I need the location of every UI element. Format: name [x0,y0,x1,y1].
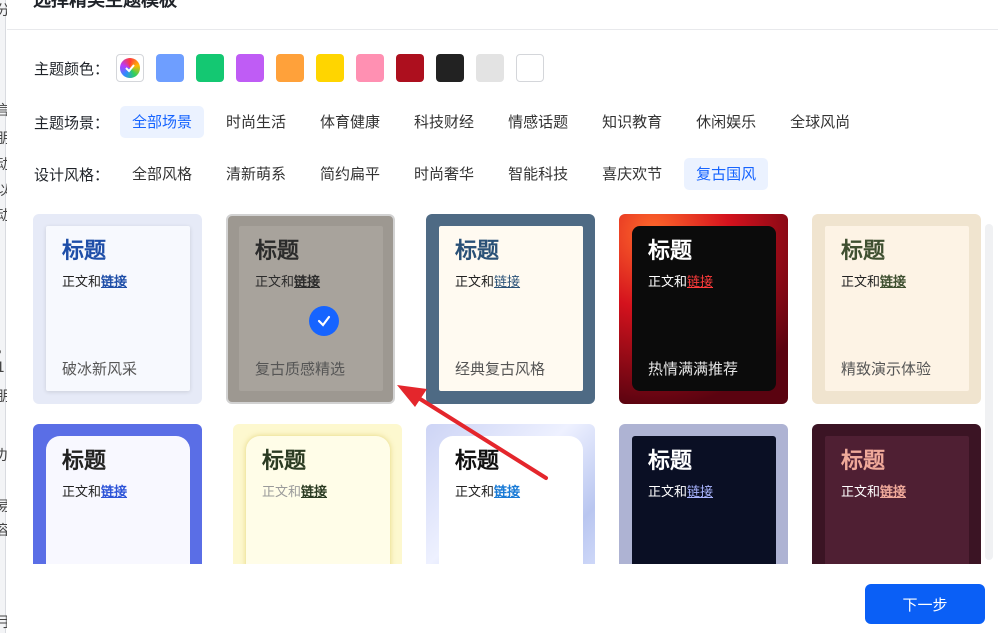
template-card[interactable]: 标题 正文和链接 破冰新风采 [33,214,202,404]
style-chip[interactable]: 全部风格 [120,158,204,190]
style-row: 设计风格： 全部风格 清新萌系 简约扁平 时尚奢华 智能科技 喜庆欢节 复古国风 [34,158,778,190]
card-link: 链接 [494,275,521,290]
card-link: 链接 [687,485,714,500]
template-card[interactable]: 标题 正文和链接 [233,424,402,564]
dialog-title: 选择精美主题模板 [33,0,177,11]
scene-chip[interactable]: 情感话题 [496,106,580,138]
scene-chip[interactable]: 时尚生活 [214,106,298,138]
template-scrollbar[interactable] [985,224,993,560]
style-chip[interactable]: 喜庆欢节 [590,158,674,190]
card-title: 标题 [455,449,500,474]
style-chip[interactable]: 简约扁平 [308,158,392,190]
card-title: 标题 [62,449,107,474]
scene-chip[interactable]: 全球风尚 [778,106,862,138]
selected-check-icon [309,306,339,336]
scene-chip[interactable]: 休闲娱乐 [684,106,768,138]
color-swatch-blue[interactable] [156,54,184,82]
color-swatch-purple[interactable] [236,54,264,82]
template-card[interactable]: 标题 正文和链接 [426,424,595,564]
card-link: 链接 [301,485,328,500]
scene-label: 主题场景： [34,113,110,132]
scene-chip[interactable]: 体育健康 [308,106,392,138]
style-label: 设计风格： [34,165,110,184]
template-card[interactable]: 标题 正文和链接 精致演示体验 [812,214,981,404]
style-chips: 全部风格 清新萌系 简约扁平 时尚奢华 智能科技 喜庆欢节 复古国风 [120,158,778,190]
color-swatches [116,54,544,82]
card-link: 链接 [101,275,128,290]
card-footer: 精致演示体验 [841,360,932,378]
card-title: 标题 [841,449,886,474]
template-card[interactable]: 标题 正文和链接 经典复古风格 [426,214,595,404]
style-chip[interactable]: 复古国风 [684,158,769,190]
template-card[interactable]: 标题 正文和链接 [33,424,202,564]
scene-chip[interactable]: 科技财经 [402,106,486,138]
color-swatch-white[interactable] [516,54,544,82]
template-card[interactable]: 标题 正文和链接 [812,424,981,564]
color-swatch-red[interactable] [396,54,424,82]
color-swatch-orange[interactable] [276,54,304,82]
color-swatch-green[interactable] [196,54,224,82]
template-card-selected[interactable]: 标题 正文和链接 复古质感精选 [226,214,395,404]
style-chip[interactable]: 时尚奢华 [402,158,486,190]
card-link: 链接 [101,485,128,500]
card-link: 链接 [494,485,521,500]
card-body: 正文和链接 [255,275,321,290]
card-body: 正文和链接 [841,275,907,290]
card-link: 链接 [880,485,907,500]
template-grid: 标题 正文和链接 破冰新风采 标题 正文和链接 复古质感精选 标题 正文和链接 … [33,214,983,564]
background-page: 分 言 朋 动 以 动 。 1 朋 办 易 容 月 [0,0,10,633]
card-body: 正文和链接 [455,275,521,290]
card-footer: 复古质感精选 [255,360,346,378]
theme-color-row: 主题颜色： [34,54,544,82]
color-swatch-pink[interactable] [356,54,384,82]
card-title: 标题 [255,239,300,264]
card-body: 正文和链接 [62,485,128,500]
scene-row: 主题场景： 全部场景 时尚生活 体育健康 科技财经 情感话题 知识教育 休闲娱乐… [34,106,872,138]
scene-chip[interactable]: 知识教育 [590,106,674,138]
template-card[interactable]: 标题 正文和链接 热情满满推荐 [619,214,788,404]
card-link: 链接 [294,275,321,290]
scene-chip[interactable]: 全部场景 [120,106,205,138]
rainbow-check-icon [120,58,140,78]
card-title: 标题 [648,239,693,264]
template-dialog: 选择精美主题模板 主题颜色： 主题场景： 全部场景 时尚生活 体育健康 科技财经… [7,0,998,633]
style-chip[interactable]: 清新萌系 [214,158,298,190]
card-body: 正文和链接 [648,485,714,500]
card-footer: 热情满满推荐 [648,360,739,378]
card-body: 正文和链接 [648,275,714,290]
card-title: 标题 [262,449,307,474]
background-text: 1 [0,360,5,376]
color-swatch-yellow[interactable] [316,54,344,82]
card-title: 标题 [841,239,886,264]
card-title: 标题 [62,239,107,264]
card-body: 正文和链接 [62,275,128,290]
style-chip[interactable]: 智能科技 [496,158,580,190]
template-card[interactable]: 标题 正文和链接 [619,424,788,564]
card-body: 正文和链接 [455,485,521,500]
card-link: 链接 [687,275,714,290]
color-swatch-black[interactable] [436,54,464,82]
scene-chips: 全部场景 时尚生活 体育健康 科技财经 情感话题 知识教育 休闲娱乐 全球风尚 [120,106,872,138]
card-footer: 经典复古风格 [455,360,546,378]
theme-color-label: 主题颜色： [34,59,110,78]
color-swatch-gray[interactable] [476,54,504,82]
card-title: 标题 [648,449,693,474]
card-body: 正文和链接 [262,485,328,500]
card-footer: 破冰新风采 [62,360,138,378]
next-button[interactable]: 下一步 [865,584,985,624]
card-link: 链接 [880,275,907,290]
card-body: 正文和链接 [841,485,907,500]
dialog-header: 选择精美主题模板 [7,0,998,30]
custom-color-swatch[interactable] [116,54,144,82]
card-title: 标题 [455,239,500,264]
